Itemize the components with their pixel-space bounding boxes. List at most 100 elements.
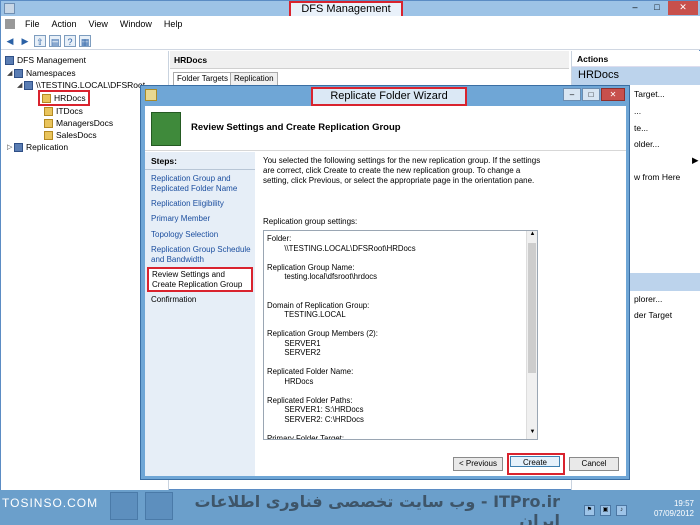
step-primary-member[interactable]: Primary Member: [151, 214, 251, 224]
steps-pane: Steps: Replication Group and Replicated …: [145, 152, 255, 476]
wizard-page-title: Review Settings and Create Replication G…: [191, 122, 401, 133]
wizard-title: Replicate Folder Wizard: [311, 87, 467, 106]
up-folder-icon[interactable]: ⇧: [34, 34, 46, 47]
action-item[interactable]: te...: [634, 123, 648, 133]
replication-label: Replication: [26, 142, 69, 152]
tab-folder-targets[interactable]: Folder Targets: [173, 72, 232, 85]
wizard-minimize-button[interactable]: –: [563, 88, 581, 101]
scroll-down-icon[interactable]: ▼: [527, 429, 537, 439]
namespaces-icon: [14, 68, 23, 78]
create-button[interactable]: Create: [510, 456, 560, 467]
step-confirmation: Confirmation: [151, 295, 197, 304]
center-pane-header: HRDocs: [170, 51, 569, 69]
actions-section-hrdocs[interactable]: HRDocs: [572, 67, 700, 85]
step-schedule-bandwidth[interactable]: Replication Group Schedule and Bandwidth: [151, 245, 251, 264]
action-item[interactable]: plorer...: [634, 294, 662, 304]
menu-file[interactable]: File: [19, 19, 46, 29]
tree-folder-salesdocs[interactable]: SalesDocs: [44, 129, 97, 141]
scrollbar-thumb[interactable]: [528, 243, 536, 373]
folder-label: ManagersDocs: [56, 118, 114, 128]
step-replication-group-name[interactable]: Replication Group and Replicated Folder …: [151, 174, 251, 193]
wizard-close-button[interactable]: ✕: [601, 88, 625, 101]
tab-replication[interactable]: Replication: [230, 72, 278, 85]
namespace-root-label: \\TESTING.LOCAL\DFSRoot: [36, 80, 146, 90]
tree-folder-hrdocs[interactable]: HRDocs: [38, 90, 90, 106]
tree-root-label: DFS Management: [17, 55, 86, 65]
folder-label: ITDocs: [56, 106, 83, 116]
forward-icon[interactable]: ▶: [19, 35, 31, 47]
submenu-arrow-icon[interactable]: ▶: [692, 155, 699, 166]
expand-arrow-icon[interactable]: ▷: [7, 143, 14, 151]
step-replication-eligibility[interactable]: Replication Eligibility: [151, 199, 251, 209]
folder-icon: [44, 118, 53, 128]
settings-label: Replication group settings:: [263, 217, 358, 226]
folder-icon: [42, 93, 51, 103]
scroll-up-icon[interactable]: ▲: [527, 231, 537, 241]
namespace-icon: [24, 80, 33, 90]
folder-label: HRDocs: [54, 93, 86, 103]
tree-replication[interactable]: ▷ Replication: [7, 141, 68, 153]
cancel-button[interactable]: Cancel: [569, 457, 619, 471]
namespaces-label: Namespaces: [26, 68, 76, 78]
create-button-highlight: Create: [507, 453, 565, 475]
wizard-header: Review Settings and Create Replication G…: [145, 106, 626, 151]
collapse-arrow-icon[interactable]: ◢: [17, 81, 24, 89]
help-icon[interactable]: ?: [64, 34, 76, 47]
properties-icon[interactable]: ▦: [79, 34, 91, 47]
system-tray: ⚑ ▣ ♪ 19:57 07/09/2012: [530, 495, 700, 520]
settings-textbox[interactable]: Folder: \\TESTING.LOCAL\DFSRoot\HRDocs R…: [263, 230, 538, 440]
wizard-content: You selected the following settings for …: [259, 152, 624, 476]
clock-date: 07/09/2012: [653, 509, 694, 518]
collapse-arrow-icon[interactable]: ◢: [7, 69, 14, 77]
action-item[interactable]: ...: [634, 106, 641, 116]
close-button[interactable]: ✕: [668, 1, 698, 15]
step-review-settings: Review Settings and Create Replication G…: [147, 267, 253, 292]
menu-bar: File Action View Window Help: [1, 16, 700, 32]
clock[interactable]: 19:57 07/09/2012: [654, 499, 694, 519]
steps-divider: [145, 169, 255, 170]
intro-text: You selected the following settings for …: [263, 156, 541, 185]
toolbar: ◀ ▶ ⇧ ▤ ? ▦: [1, 32, 700, 50]
menu-view[interactable]: View: [83, 19, 114, 29]
replication-wizard-icon: [151, 112, 181, 146]
minimize-button[interactable]: –: [624, 1, 646, 15]
watermark-itpro: ITPro.ir - وب سایت تخصصی فناوری اطلاعات …: [194, 492, 560, 525]
tray-network-icon[interactable]: ▣: [600, 505, 611, 516]
tray-volume-icon[interactable]: ♪: [616, 505, 627, 516]
tray-flag-icon[interactable]: ⚑: [584, 505, 595, 516]
menu-action[interactable]: Action: [46, 19, 83, 29]
replicate-folder-wizard: Replicate Folder Wizard – □ ✕ Review Set…: [140, 85, 630, 480]
file-explorer-taskbar-icon[interactable]: [110, 492, 138, 520]
folder-icon: [44, 130, 53, 140]
show-hide-tree-icon[interactable]: ▤: [49, 34, 61, 47]
taskbar: TOSINSO.COM ITPro.ir - وب سایت تخصصی فنا…: [0, 490, 700, 525]
center-tabs: Folder Targets Replication: [170, 69, 569, 85]
title-bar[interactable]: DFS Management – □ ✕: [1, 1, 700, 18]
system-menu-icon[interactable]: [5, 19, 15, 29]
tree-folder-itdocs[interactable]: ITDocs: [44, 105, 83, 117]
app-icon: [4, 3, 15, 14]
action-item[interactable]: der Target: [634, 310, 672, 320]
server-manager-taskbar-icon[interactable]: [145, 492, 173, 520]
action-item[interactable]: w from Here: [634, 172, 680, 182]
tree-root[interactable]: DFS Management: [5, 54, 86, 66]
wizard-maximize-button[interactable]: □: [582, 88, 600, 101]
button-row: < Previous Create Cancel: [259, 444, 624, 475]
replication-icon: [14, 142, 23, 152]
back-icon[interactable]: ◀: [4, 35, 16, 47]
tree-folder-managersdocs[interactable]: ManagersDocs: [44, 117, 113, 129]
previous-button[interactable]: < Previous: [453, 457, 503, 471]
wizard-icon: [145, 89, 157, 101]
tree-namespaces[interactable]: ◢ Namespaces: [7, 67, 76, 79]
vertical-scrollbar[interactable]: ▲ ▼: [526, 231, 537, 439]
menu-help[interactable]: Help: [158, 19, 189, 29]
action-item[interactable]: Target...: [634, 89, 665, 99]
step-topology-selection[interactable]: Topology Selection: [151, 230, 251, 240]
menu-window[interactable]: Window: [114, 19, 158, 29]
action-item[interactable]: older...: [634, 139, 660, 149]
dfs-management-icon: [5, 55, 14, 65]
watermark-tosinso: TOSINSO.COM: [2, 496, 99, 510]
maximize-button[interactable]: □: [646, 1, 668, 15]
clock-time: 19:57: [673, 499, 694, 508]
folder-icon: [44, 106, 53, 116]
